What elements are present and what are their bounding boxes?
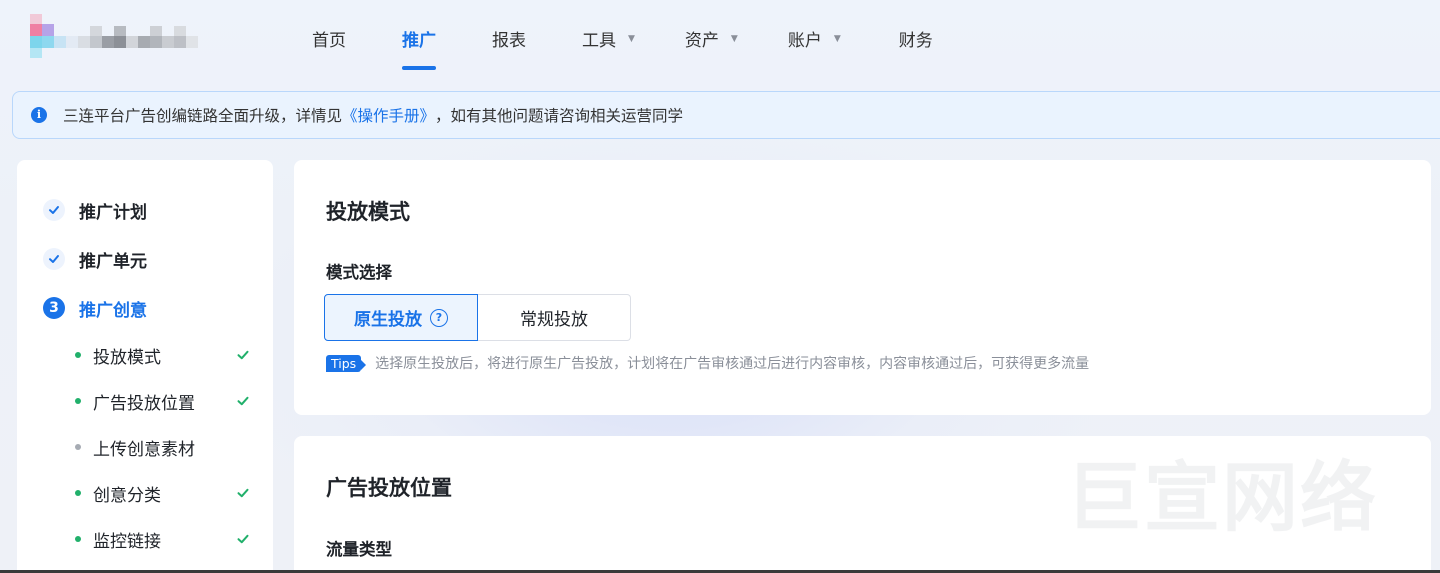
caret-down-icon: ▼ xyxy=(833,34,841,44)
nav-item-label: 工具 xyxy=(582,30,616,51)
substep-label: 监控链接 xyxy=(93,531,161,552)
nav-item-label: 财务 xyxy=(898,30,933,51)
option-label: 常规投放 xyxy=(520,310,588,330)
status-dot xyxy=(75,490,81,496)
nav-item-label: 账户 xyxy=(787,30,822,51)
nav-item-label: 首页 xyxy=(312,30,346,51)
status-dot xyxy=(75,352,81,358)
step-unit[interactable]: 推广单元 xyxy=(43,247,147,272)
check-icon xyxy=(237,350,249,360)
caret-down-icon: ▼ xyxy=(730,34,738,44)
notice-text: 三连平台广告创编链路全面升级，详情见 xyxy=(63,107,343,125)
ad-position-card: 巨宣网络 广告投放位置 流量类型 xyxy=(294,436,1431,573)
tips-text: 选择原生投放后，将进行原生广告投放，计划将在广告审核通过后进行内容审核，内容审核… xyxy=(375,356,1090,372)
nav-item-home[interactable]: 首页 xyxy=(312,0,346,76)
status-dot xyxy=(75,536,81,542)
info-icon: i xyxy=(31,107,47,123)
substep-upload-material[interactable]: 上传创意素材 xyxy=(75,436,250,460)
substep-label: 上传创意素材 xyxy=(93,439,195,460)
notice-text-tail: ，如有其他问题请咨询相关运营同学 xyxy=(435,107,684,125)
check-icon xyxy=(43,248,65,270)
nav-item-label: 资产 xyxy=(684,30,719,51)
nav-item-assets[interactable]: 资产 ▼ xyxy=(685,0,738,76)
nav-item-account[interactable]: 账户 ▼ xyxy=(788,0,841,76)
tips-badge: Tips xyxy=(326,354,367,372)
nav-item-finance[interactable]: 财务 xyxy=(899,0,933,76)
substep-label: 创意分类 xyxy=(93,485,161,506)
mode-selector: 原生投放 ? 常规投放 xyxy=(324,294,631,341)
check-icon xyxy=(237,396,249,406)
native-delivery-option[interactable]: 原生投放 ? xyxy=(324,294,478,341)
substep-label: 广告投放位置 xyxy=(93,393,195,414)
nav-item-label: 报表 xyxy=(492,30,526,51)
manual-link[interactable]: 《操作手册》 xyxy=(342,104,435,126)
option-label: 原生投放 xyxy=(354,310,422,330)
check-icon xyxy=(237,488,249,498)
status-dot xyxy=(75,444,81,450)
nav-item-tools[interactable]: 工具 ▼ xyxy=(582,0,635,76)
substep-delivery-mode[interactable]: 投放模式 xyxy=(75,344,250,368)
step-sidebar: 推广计划 推广单元 3 推广创意 投放模式 广告投放位置 上传创意素材 创意分类… xyxy=(17,160,273,573)
field-label: 流量类型 xyxy=(326,540,392,559)
substep-creative-category[interactable]: 创意分类 xyxy=(75,482,250,506)
question-circle-icon[interactable]: ? xyxy=(430,308,448,327)
check-icon xyxy=(237,534,249,544)
step-label: 推广单元 xyxy=(79,251,147,272)
top-navigation-bar: 首页 推广 报表 工具 ▼ 资产 ▼ 账户 ▼ 财务 xyxy=(0,0,1440,76)
tips-row: Tips 选择原生投放后，将进行原生广告投放，计划将在广告审核通过后进行内容审核… xyxy=(326,353,1089,373)
notice-banner: i 三连平台广告创编链路全面升级，详情见 《操作手册》 ，如有其他问题请咨询相关… xyxy=(12,91,1440,139)
step-creative[interactable]: 3 推广创意 xyxy=(43,296,147,321)
nav-item-label: 推广 xyxy=(402,30,436,51)
field-label: 模式选择 xyxy=(326,263,392,282)
step-label: 推广创意 xyxy=(79,300,147,321)
main-nav: 首页 推广 报表 工具 ▼ 资产 ▼ 账户 ▼ 财务 xyxy=(294,0,933,76)
nav-item-reports[interactable]: 报表 xyxy=(492,0,526,76)
substep-label: 投放模式 xyxy=(93,347,161,368)
substep-monitor-link[interactable]: 监控链接 xyxy=(75,528,250,552)
step-campaign[interactable]: 推广计划 xyxy=(43,198,147,223)
card-title: 投放模式 xyxy=(326,200,410,224)
caret-down-icon: ▼ xyxy=(628,34,635,44)
check-icon xyxy=(43,199,65,221)
delivery-mode-card: 投放模式 模式选择 原生投放 ? 常规投放 Tips 选择原生投放后，将进行原生… xyxy=(294,160,1431,415)
watermark: 巨宣网络 xyxy=(1066,453,1378,542)
regular-delivery-option[interactable]: 常规投放 xyxy=(478,294,631,341)
card-title: 广告投放位置 xyxy=(326,476,452,500)
step-number-badge: 3 xyxy=(43,297,65,319)
step-label: 推广计划 xyxy=(79,202,147,223)
status-dot xyxy=(75,398,81,404)
nav-item-promotion[interactable]: 推广 xyxy=(402,0,436,76)
substep-ad-position[interactable]: 广告投放位置 xyxy=(75,390,250,414)
logo[interactable] xyxy=(30,14,200,58)
